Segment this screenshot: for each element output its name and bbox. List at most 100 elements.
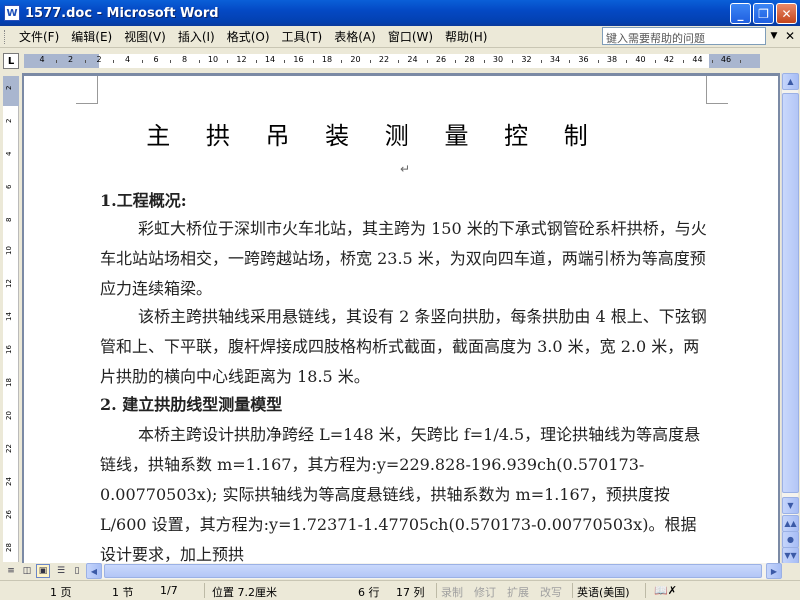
ruler-number: 18 [321,55,333,64]
ruler-tick [56,60,58,63]
web-view-icon[interactable]: ◫ [20,564,34,578]
ruler-number: 42 [663,55,675,64]
ruler-number: 20 [5,411,13,420]
ruler-number: 16 [293,55,304,64]
prev-page-button[interactable]: ▲▲ [782,515,799,532]
title-bar: W 1577.doc - Microsoft Word _ ❐ ✕ [0,0,800,26]
ruler-number: 14 [264,55,276,64]
print-view-icon[interactable]: ▣ [36,564,50,578]
menu-item-3[interactable]: 插入(I) [172,28,221,45]
ruler-number: 12 [5,279,13,288]
status-bar: 1 页 1 节 1/7 位置 7.2厘米 6 行 17 列 录制 修订 扩展 改… [0,580,800,600]
help-search-input[interactable]: 键入需要帮助的问题 [602,27,766,45]
menu-item-4[interactable]: 格式(O) [221,28,276,45]
ruler-number: 24 [5,477,13,486]
menu-item-6[interactable]: 表格(A) [328,28,382,45]
document-close-icon[interactable]: ✕ [782,27,798,45]
menu-item-2[interactable]: 视图(V) [118,28,172,45]
ruler-number: 8 [5,217,13,222]
next-page-button[interactable]: ▼▼ [782,547,799,564]
status-separator [572,583,573,598]
ruler-tick [312,60,314,63]
paragraph-mark: ↵ [400,162,411,176]
ruler-number: 40 [635,55,646,64]
ruler-tick [341,60,343,63]
ruler-tick [141,60,143,63]
vertical-scroll-thumb[interactable] [782,93,799,493]
ruler-number: 26 [435,55,447,64]
ruler-number: 22 [378,55,390,64]
ruler-tick [711,60,713,63]
ruler-number: 22 [5,444,13,453]
ruler-number: 36 [578,55,589,64]
ruler-number: 2 [96,55,102,64]
ruler-number: 26 [5,510,13,519]
normal-view-icon[interactable]: ≡ [4,564,18,578]
status-column: 17 列 [396,586,425,599]
ruler-number: 4 [5,151,13,156]
section-heading-1: 1.工程概况: [100,191,187,210]
scroll-right-button[interactable]: ▶ [766,563,782,579]
status-separator [645,583,646,598]
document-area[interactable]: 主 拱 吊 装 测 量 控 制 ↵ 1.工程概况: 彩虹大桥位于深圳市火车北站，… [22,73,780,563]
word-app-icon: W [4,5,20,21]
tab-selector[interactable]: L [3,53,19,69]
ruler-number: 28 [5,543,13,552]
horizontal-scrollbar[interactable]: ◀ ▶ [86,563,782,579]
status-separator [204,583,205,598]
crop-mark-right [706,76,728,104]
ruler-tick [170,60,172,63]
close-button[interactable]: ✕ [776,3,797,24]
status-ovr[interactable]: 改写 [540,584,562,600]
ruler-number: 10 [5,246,13,255]
menu-item-7[interactable]: 窗口(W) [382,28,439,45]
ruler-tick [455,60,457,63]
scroll-down-button[interactable]: ▼ [782,497,799,514]
ruler-text-area [99,54,709,68]
scroll-up-button[interactable]: ▲ [782,73,799,90]
body-paragraph-3: 本桥主跨设计拱肋净跨经 L=148 米，矢跨比 f=1/4.5，理论拱轴线为等高… [100,425,701,563]
ruler-row: L 4 2 2 4 6 8 10 12 14 16 18 20 22 24 26 28 30 32 34 36 38 40… [0,49,800,73]
vertical-scrollbar[interactable]: ▲ ▼ ▲▲ ● ▼▼ [781,73,799,564]
status-trk[interactable]: 修订 [474,584,496,600]
ruler-tick [740,60,742,63]
ruler-number: 30 [492,55,504,64]
reading-view-icon[interactable]: ▯ [70,564,84,578]
browse-object-button[interactable]: ● [782,531,799,548]
status-section: 1 节 [112,586,134,599]
ruler-number: 4 [124,55,131,64]
ruler-number: 10 [207,55,219,64]
outline-view-icon[interactable]: ☰ [54,564,68,578]
document-page[interactable]: 主 拱 吊 装 测 量 控 制 ↵ 1.工程概况: 彩虹大桥位于深圳市火车北站，… [24,76,778,563]
ruler-number: 2 [5,85,13,90]
scroll-left-button[interactable]: ◀ [86,563,102,579]
ruler-tick [113,60,115,63]
menu-item-0[interactable]: 文件(F) [13,28,65,45]
ruler-margin-area [3,76,19,106]
menu-item-8[interactable]: 帮助(H) [439,28,493,45]
menu-item-1[interactable]: 编辑(E) [65,28,118,45]
menu-grip[interactable] [4,29,7,44]
status-rec[interactable]: 录制 [441,584,463,600]
menu-item-5[interactable]: 工具(T) [276,28,329,45]
horizontal-scroll-thumb[interactable] [104,564,762,578]
ruler-number: 20 [350,55,361,64]
vertical-ruler[interactable]: 2 2 4 6 8 10 12 14 16 18 20 22 24 26 28 [3,76,19,562]
status-line: 6 行 [358,586,380,599]
ruler-number: 32 [521,55,532,64]
status-ext[interactable]: 扩展 [507,584,529,600]
ruler-number: 44 [692,55,703,64]
status-language: 英语(美国) [577,586,630,599]
help-dropdown-icon[interactable]: ▼ [767,27,781,45]
ruler-number: 16 [5,345,13,354]
ruler-tick [255,60,257,63]
spelling-check-icon[interactable]: 📖✗ [654,584,677,597]
status-pages: 1/7 [160,584,178,597]
horizontal-ruler[interactable]: 4 2 2 4 6 8 10 12 14 16 18 20 22 24 26 28 30 32 34 36 38 40 42… [24,54,760,68]
ruler-tick [198,60,200,63]
minimize-button[interactable]: _ [730,3,751,24]
ruler-tick [84,60,86,63]
ruler-number: 6 [5,184,13,189]
body-paragraph-1: 彩虹大桥位于深圳市火车北站，其主跨为 150 米的下承式钢管砼系杆拱桥，与火车北… [100,219,707,298]
restore-button[interactable]: ❐ [753,3,774,24]
